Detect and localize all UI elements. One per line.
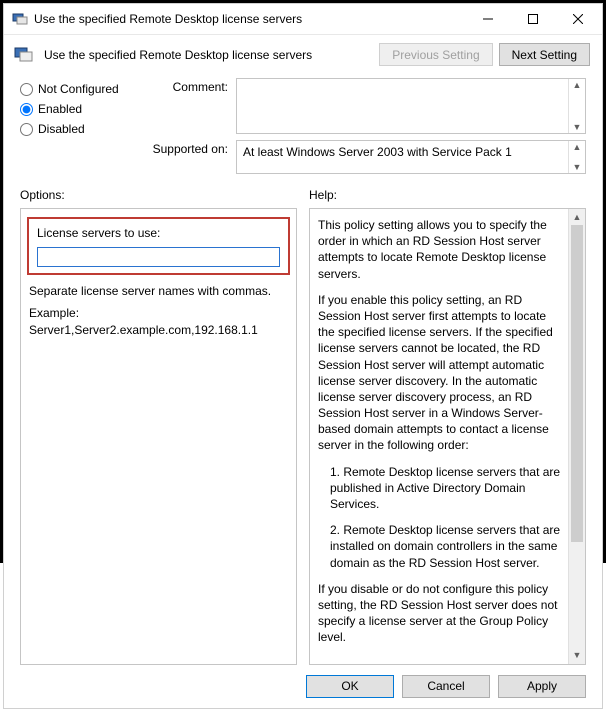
- chevron-down-icon[interactable]: ▼: [569, 648, 585, 664]
- help-body: This policy setting allows you to specif…: [309, 208, 586, 665]
- header-row: Use the specified Remote Desktop license…: [4, 35, 602, 74]
- window-title: Use the specified Remote Desktop license…: [34, 12, 465, 26]
- titlebar: Use the specified Remote Desktop license…: [4, 4, 602, 35]
- supported-label: Supported on:: [148, 140, 228, 156]
- screenshot-frame: Use the specified Remote Desktop license…: [0, 0, 606, 563]
- chevron-up-icon[interactable]: ▲: [569, 209, 585, 225]
- radio-not-configured[interactable]: Not Configured: [20, 82, 130, 96]
- supported-spin[interactable]: ▲▼: [568, 141, 585, 173]
- help-p2: If you enable this policy setting, an RD…: [318, 292, 561, 454]
- chevron-down-icon[interactable]: ▼: [569, 157, 585, 173]
- radio-disabled[interactable]: Disabled: [20, 122, 130, 136]
- ok-button[interactable]: OK: [306, 675, 394, 698]
- license-servers-input[interactable]: [37, 247, 280, 267]
- close-button[interactable]: [555, 5, 600, 33]
- scrollbar-thumb[interactable]: [571, 225, 583, 542]
- previous-setting-button: Previous Setting: [379, 43, 492, 66]
- scrollbar-track[interactable]: [569, 225, 585, 648]
- cancel-button[interactable]: Cancel: [402, 675, 490, 698]
- policy-icon: [14, 45, 34, 65]
- radio-enabled[interactable]: Enabled: [20, 102, 130, 116]
- nav-buttons: Previous Setting Next Setting: [379, 43, 590, 66]
- radio-label: Disabled: [38, 122, 85, 136]
- next-setting-button[interactable]: Next Setting: [499, 43, 590, 66]
- supported-box: At least Windows Server 2003 with Servic…: [236, 140, 586, 174]
- maximize-button[interactable]: [510, 5, 555, 33]
- help-bullet-2: 2. Remote Desktop license servers that a…: [330, 522, 561, 571]
- comment-textarea[interactable]: ▲▼: [236, 78, 586, 134]
- options-note-2: Example: Server1,Server2.example.com,192…: [29, 305, 288, 337]
- help-column: Help: This policy setting allows you to …: [309, 188, 586, 665]
- columns: Options: License servers to use: Separat…: [4, 180, 602, 665]
- options-highlight: License servers to use:: [27, 217, 290, 275]
- chevron-up-icon[interactable]: ▲: [569, 141, 585, 157]
- radio-label: Not Configured: [38, 82, 119, 96]
- help-p3: If you disable or do not configure this …: [318, 581, 561, 646]
- apply-button[interactable]: Apply: [498, 675, 586, 698]
- options-body: License servers to use: Separate license…: [20, 208, 297, 665]
- help-p1: This policy setting allows you to specif…: [318, 217, 561, 282]
- comment-spin[interactable]: ▲▼: [568, 79, 585, 133]
- dialog-footer: OK Cancel Apply: [4, 665, 602, 708]
- app-icon: [12, 11, 28, 27]
- minimize-button[interactable]: [465, 5, 510, 33]
- help-bullet-1: 1. Remote Desktop license servers that a…: [330, 464, 561, 513]
- state-radio-group: Not Configured Enabled Disabled: [20, 78, 130, 174]
- help-heading: Help:: [309, 188, 586, 202]
- config-area: Not Configured Enabled Disabled Comment:…: [4, 74, 602, 180]
- comment-row: Comment: ▲▼: [148, 78, 586, 134]
- options-heading: Options:: [20, 188, 297, 202]
- comment-label: Comment:: [148, 78, 228, 94]
- options-note-1: Separate license server names with comma…: [29, 283, 288, 299]
- chevron-up-icon[interactable]: ▲: [569, 79, 585, 106]
- policy-title: Use the specified Remote Desktop license…: [44, 48, 369, 62]
- dialog-window: Use the specified Remote Desktop license…: [3, 3, 603, 709]
- license-servers-label: License servers to use:: [37, 225, 280, 241]
- radio-label: Enabled: [38, 102, 82, 116]
- help-scrollbar[interactable]: ▲ ▼: [568, 209, 585, 664]
- fields-area: Comment: ▲▼ Supported on: At least Windo…: [148, 78, 586, 174]
- supported-row: Supported on: At least Windows Server 20…: [148, 140, 586, 174]
- options-column: Options: License servers to use: Separat…: [20, 188, 297, 665]
- chevron-down-icon[interactable]: ▼: [569, 106, 585, 133]
- supported-value: At least Windows Server 2003 with Servic…: [243, 145, 512, 159]
